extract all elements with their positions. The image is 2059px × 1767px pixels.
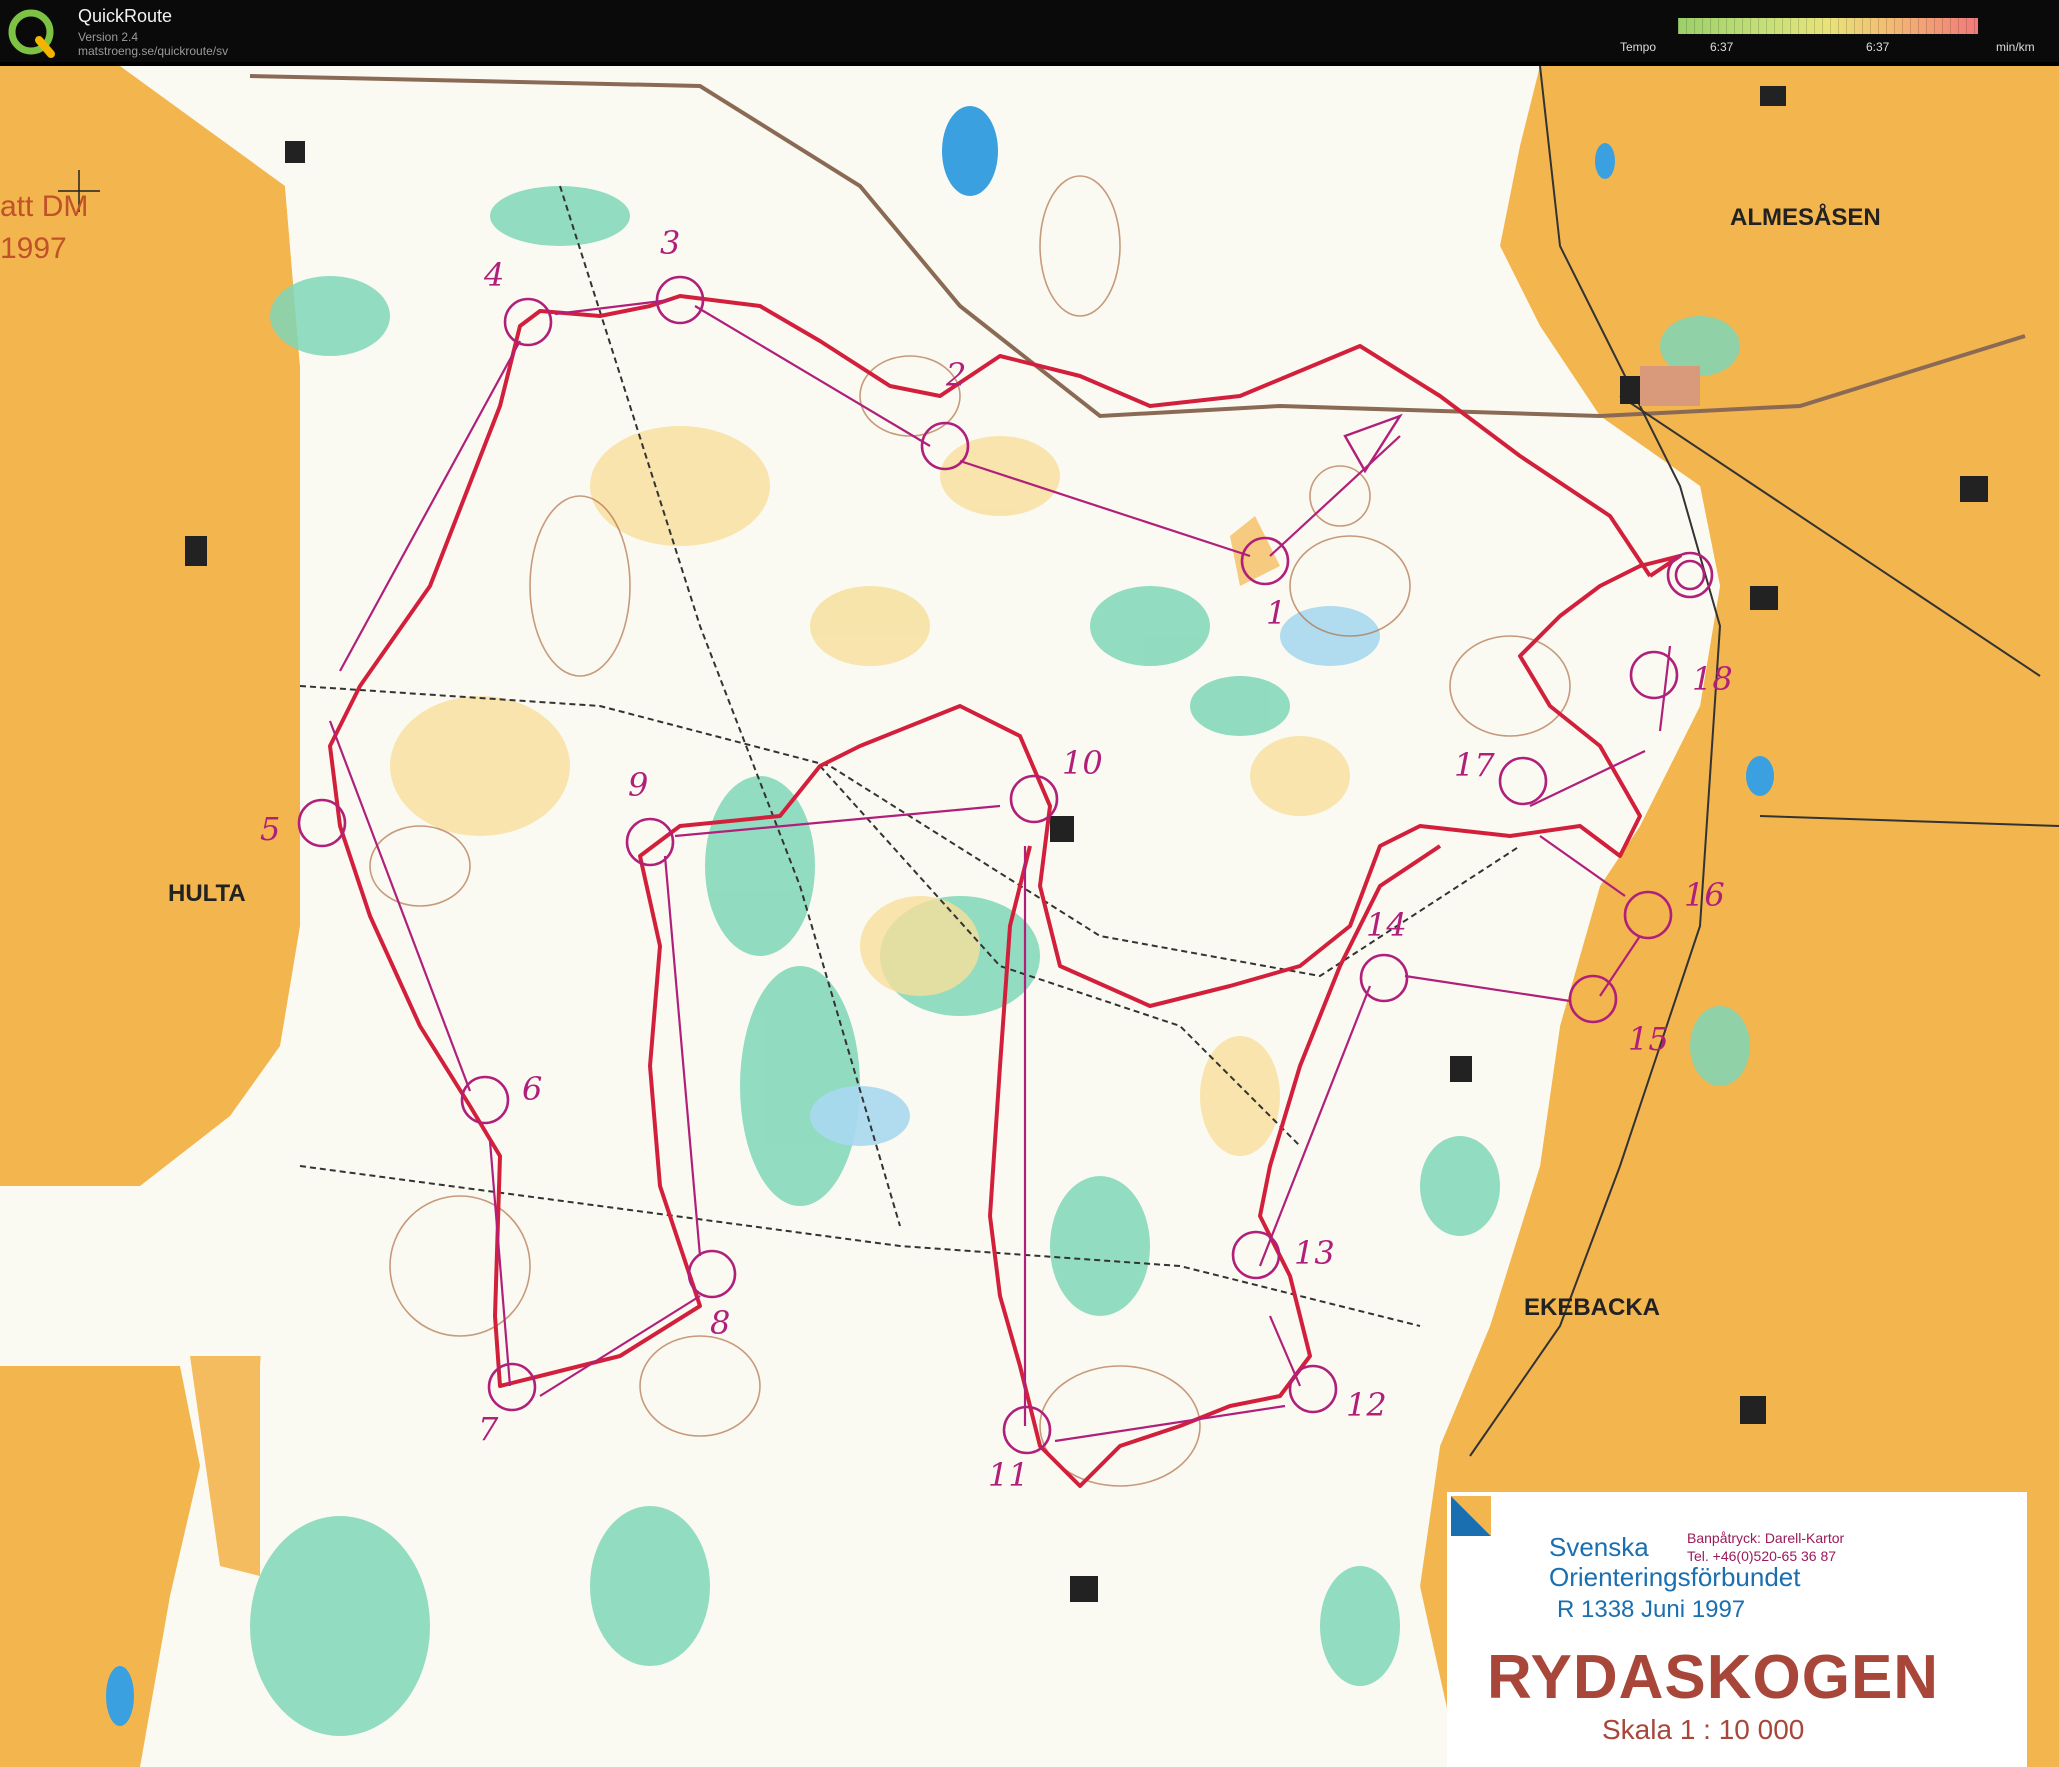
tempo-label: Tempo (1620, 40, 1657, 54)
place-name-hulta: HULTA (168, 880, 246, 907)
app-url: matstroeng.se/quickroute/sv (78, 44, 229, 58)
control-number-4: 4 (484, 256, 505, 294)
control-number-2: 2 (946, 356, 967, 394)
control-number-5: 5 (260, 810, 281, 848)
map-scale: Skala 1 : 10 000 (1602, 1714, 1805, 1745)
control-number-8: 8 (710, 1304, 731, 1342)
app-version: Version 2.4 (78, 30, 139, 44)
control-number-12: 12 (1346, 1386, 1387, 1424)
quickroute-logo-icon (8, 9, 55, 58)
quickroute-window: QuickRoute Version 2.4 matstroeng.se/qui… (0, 0, 2059, 1767)
control-number-13: 13 (1294, 1234, 1335, 1272)
print-credit: Banpåtryck: Darell-Kartor (1687, 1530, 1845, 1546)
place-name-almesasen: ALMESÅSEN (1730, 204, 1881, 231)
control-number-17: 17 (1454, 746, 1495, 784)
org-name-line-2: Orienteringsförbundet (1549, 1562, 1801, 1592)
tempo-min-value: 6:37 (1710, 40, 1734, 54)
control-number-10: 10 (1062, 744, 1103, 782)
registration-line: R 1338 Juni 1997 (1557, 1596, 1746, 1623)
control-number-16: 16 (1684, 876, 1725, 914)
control-number-3: 3 (660, 224, 681, 262)
control-number-6: 6 (522, 1070, 543, 1108)
map-name: RYDASKOGEN (1487, 1643, 1940, 1712)
control-number-7: 7 (478, 1410, 499, 1448)
orienteering-map[interactable]: att DM 1997 ALMESÅSEN HULTA EKEBACKA 1 2… (0, 66, 2059, 1767)
control-number-1: 1 (1266, 594, 1287, 632)
place-name-ekebacka: EKEBACKA (1524, 1294, 1661, 1321)
header-bar: QuickRoute Version 2.4 matstroeng.se/qui… (0, 0, 2059, 62)
tempo-unit: min/km (1996, 40, 2035, 54)
sof-triangle-logo-icon (1451, 1496, 1491, 1536)
farm-building (1640, 366, 1700, 406)
event-text-line-2: 1997 (0, 232, 67, 265)
control-number-9: 9 (628, 766, 649, 804)
control-number-18: 18 (1692, 660, 1733, 698)
tempo-max-value: 6:37 (1866, 40, 1890, 54)
tempo-gradient-bar (1678, 18, 1978, 34)
pond-north (942, 106, 998, 196)
control-number-15: 15 (1628, 1020, 1669, 1058)
org-name-line-1: Svenska (1549, 1532, 1649, 1562)
app-title: QuickRoute (78, 6, 173, 26)
map-info-box: Svenska Orienteringsförbundet Banpåtryck… (1447, 1492, 2027, 1767)
control-number-14: 14 (1366, 906, 1407, 944)
control-number-11: 11 (988, 1456, 1029, 1494)
print-phone: Tel. +46(0)520-65 36 87 (1687, 1548, 1837, 1564)
event-text-line-1: att DM (0, 190, 89, 223)
